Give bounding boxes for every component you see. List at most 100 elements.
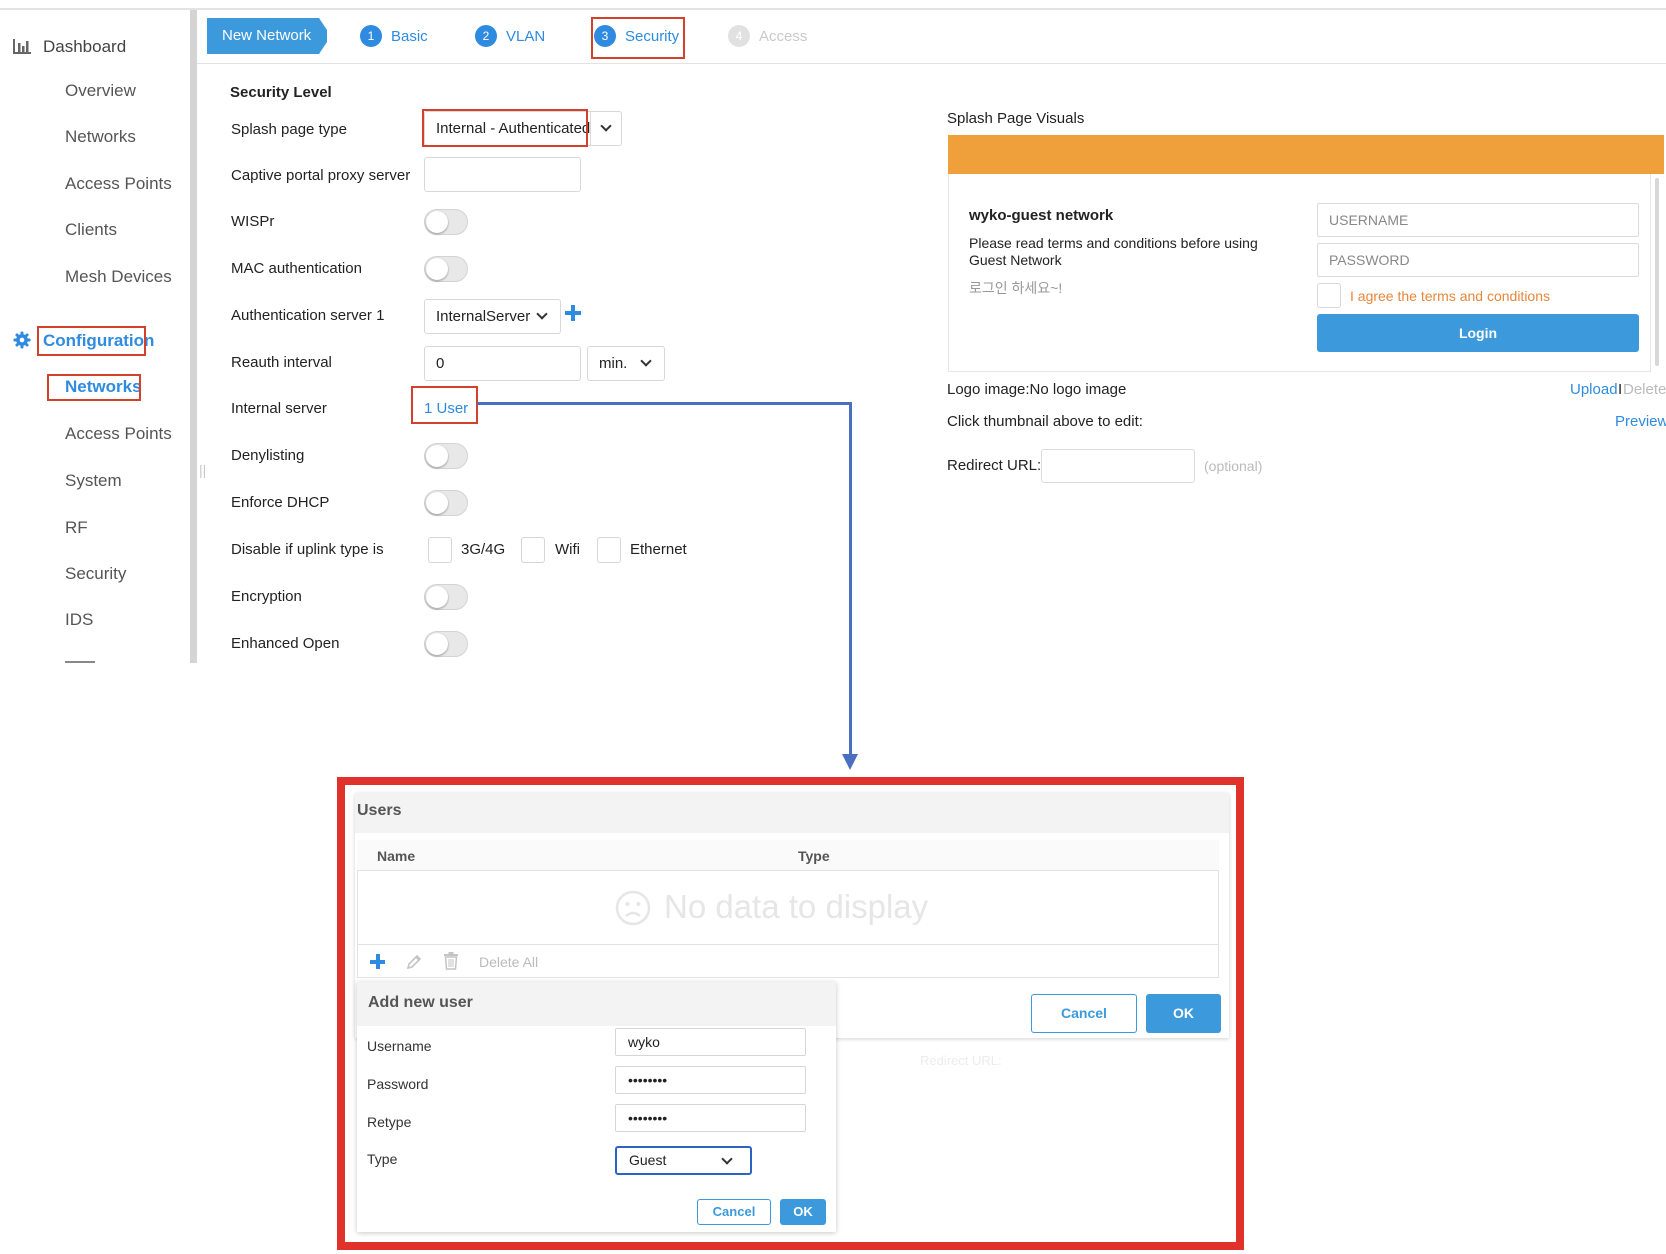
enhanced-open-toggle[interactable]	[424, 631, 468, 657]
mac-auth-toggle[interactable]	[424, 256, 468, 282]
password-input[interactable]: ••••••••	[615, 1066, 806, 1094]
sidebar-resize-edge[interactable]	[190, 10, 197, 663]
nav-dashboard-mesh-devices[interactable]: Mesh Devices	[65, 267, 172, 287]
retype-password-input[interactable]: ••••••••	[615, 1104, 806, 1132]
uplink-ethernet-label: Ethernet	[630, 541, 687, 558]
reauth-input[interactable]: 0	[424, 346, 581, 381]
user-type-select[interactable]: Guest	[615, 1146, 752, 1175]
step-vlan[interactable]: 2 VLAN	[475, 21, 545, 51]
denylisting-label: Denylisting	[231, 447, 305, 464]
column-name[interactable]: Name	[377, 848, 415, 864]
nav-configuration-ids[interactable]: IDS	[65, 610, 93, 630]
add-user-ok-button[interactable]: OK	[780, 1199, 826, 1225]
link-separator: I	[1618, 381, 1623, 398]
chevron-down-icon	[721, 1153, 733, 1165]
wizard-divider	[197, 63, 1666, 64]
uplink-wifi-label: Wifi	[555, 541, 580, 558]
section-title: Security Level	[230, 84, 332, 101]
nav-dashboard-clients[interactable]: Clients	[65, 220, 117, 240]
upload-link[interactable]: Upload	[1570, 381, 1618, 398]
logo-image-label: Logo image:No logo image	[947, 381, 1127, 398]
security-step-highlight-box	[591, 17, 685, 59]
uplink-3g4g-label: 3G/4G	[461, 541, 506, 558]
denylisting-toggle[interactable]	[424, 443, 468, 469]
auth-server-value: InternalServer	[436, 308, 531, 325]
enhanced-open-label: Enhanced Open	[231, 635, 340, 652]
splash-login-button[interactable]: Login	[1317, 314, 1639, 352]
delete-link[interactable]: Delete	[1623, 381, 1666, 398]
auth-server-select[interactable]: InternalServer	[424, 299, 561, 334]
splash-page-type-label: Splash page type	[231, 121, 347, 138]
configuration-highlight-box	[37, 326, 146, 356]
add-user-icon[interactable]	[370, 954, 385, 969]
encryption-label: Encryption	[231, 588, 302, 605]
wispr-label: WISPr	[231, 213, 275, 230]
password-label: Password	[367, 1076, 429, 1092]
splash-visuals-title: Splash Page Visuals	[947, 110, 1085, 127]
resize-grip-icon[interactable]: ||	[199, 462, 206, 478]
retype-label: Retype	[367, 1114, 412, 1130]
add-auth-server-icon[interactable]	[565, 305, 581, 321]
arrow-down-icon	[842, 754, 858, 770]
splash-network-name: wyko-guest network	[969, 207, 1114, 224]
click-thumbnail-label: Click thumbnail above to edit:	[947, 413, 1143, 430]
uplink-wifi-checkbox[interactable]	[521, 537, 545, 563]
pencil-icon[interactable]	[405, 953, 423, 971]
chevron-down-icon	[640, 355, 652, 367]
redirect-url-input[interactable]	[1041, 449, 1195, 483]
users-cancel-button[interactable]: Cancel	[1031, 994, 1137, 1033]
reauth-unit-value: min.	[599, 355, 628, 372]
captive-proxy-input[interactable]	[424, 157, 581, 192]
step-label: VLAN	[506, 27, 546, 45]
splash-username-field[interactable]: USERNAME	[1317, 203, 1639, 237]
column-type[interactable]: Type	[798, 848, 830, 864]
type-label: Type	[367, 1151, 398, 1167]
enforce-dhcp-toggle[interactable]	[424, 490, 468, 516]
chevron-down-icon	[600, 120, 612, 132]
username-input[interactable]: wyko	[615, 1028, 806, 1056]
splash-header-color-bar[interactable]	[948, 135, 1664, 174]
empty-grid-message: No data to display	[664, 888, 929, 925]
uplink-ethernet-checkbox[interactable]	[597, 537, 621, 563]
splash-welcome-text: 로그인 하세요~!	[969, 280, 1063, 296]
new-network-chip: New Network	[207, 18, 327, 54]
users-dialog-title: Users	[357, 802, 402, 819]
callout-connector-line	[849, 402, 852, 755]
add-user-cancel-button[interactable]: Cancel	[697, 1199, 771, 1225]
nav-dashboard-overview[interactable]: Overview	[65, 81, 136, 101]
nav-dashboard-access-points[interactable]: Access Points	[65, 174, 172, 194]
nav-configuration-rf[interactable]: RF	[65, 518, 88, 538]
nav-dashboard[interactable]: Dashboard	[43, 37, 126, 57]
reauth-label: Reauth interval	[231, 354, 332, 371]
mac-auth-label: MAC authentication	[231, 260, 362, 277]
disable-uplink-label: Disable if uplink type is	[231, 541, 384, 558]
step-label: Basic	[391, 27, 428, 45]
wispr-toggle[interactable]	[424, 209, 468, 235]
enforce-dhcp-label: Enforce DHCP	[231, 494, 330, 511]
preview-link[interactable]: Preview	[1615, 413, 1666, 430]
splash-password-field[interactable]: PASSWORD	[1317, 243, 1639, 277]
delete-all-button[interactable]: Delete All	[479, 954, 538, 970]
step-access[interactable]: 4 Access	[728, 21, 807, 51]
step-number: 1	[360, 25, 382, 47]
nav-configuration-system[interactable]: System	[65, 471, 122, 491]
step-label: Access	[759, 27, 808, 45]
gear-icon	[13, 331, 31, 349]
nav-configuration-access-points[interactable]: Access Points	[65, 424, 172, 444]
reauth-unit-select[interactable]: min.	[587, 346, 665, 381]
uplink-3g4g-checkbox[interactable]	[428, 537, 452, 563]
users-ok-button[interactable]: OK	[1146, 994, 1221, 1033]
trash-icon[interactable]	[443, 952, 459, 970]
splash-scrollbar[interactable]	[1655, 178, 1659, 366]
splash-terms-text: Please read terms and conditions before …	[969, 235, 1258, 268]
nav-dashboard-networks[interactable]: Networks	[65, 127, 136, 147]
nav-item-clipped	[65, 658, 95, 664]
captive-proxy-label: Captive portal proxy server	[231, 167, 411, 184]
encryption-toggle[interactable]	[424, 584, 468, 610]
splash-agree-checkbox[interactable]	[1317, 283, 1341, 308]
redirect-url-hint: (optional)	[1204, 458, 1263, 474]
users-link-highlight-box	[411, 386, 478, 424]
step-basic[interactable]: 1 Basic	[360, 21, 428, 51]
callout-connector-line	[477, 402, 852, 405]
nav-configuration-security[interactable]: Security	[65, 564, 126, 584]
